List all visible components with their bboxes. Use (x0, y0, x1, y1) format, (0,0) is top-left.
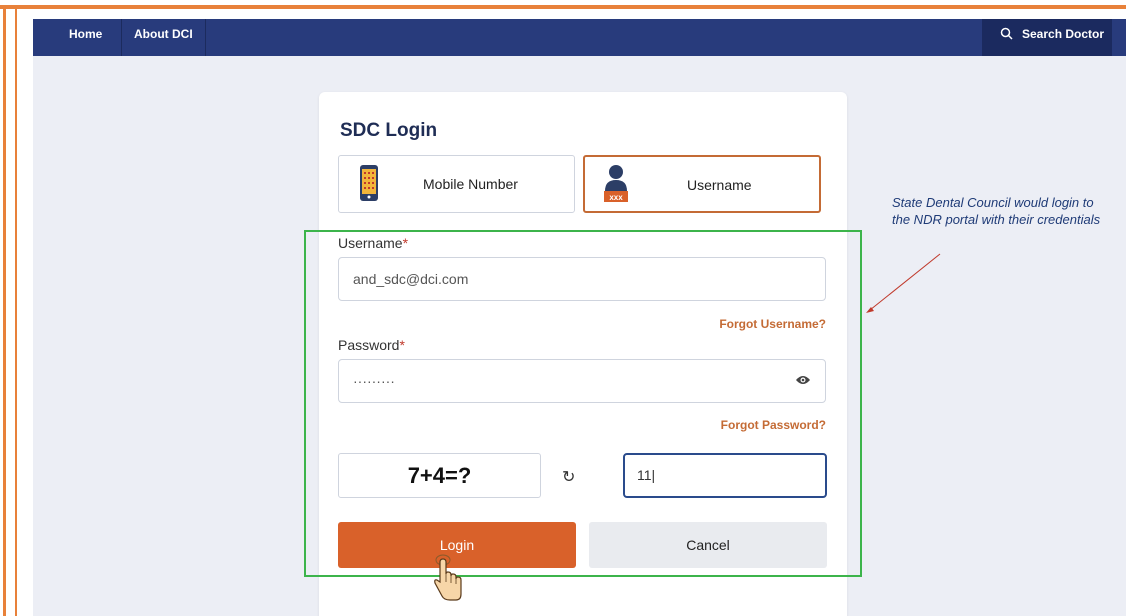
nav-about-link[interactable]: About DCI (121, 19, 206, 56)
page-title: SDC Login (340, 120, 438, 141)
tab-username[interactable]: xxx Username (583, 155, 821, 213)
pointer-hand-icon (434, 554, 462, 601)
frame-border-left-inner (15, 5, 17, 616)
credentials-icon-text: xxx (609, 193, 623, 202)
mobile-phone-icon (360, 165, 378, 201)
top-navbar: Home About DCI Search Doctor (33, 19, 1126, 56)
annotation-arrow (866, 253, 941, 313)
highlight-box (304, 230, 862, 577)
tab-username-label: Username (687, 177, 752, 193)
search-doctor-button[interactable]: Search Doctor (982, 19, 1112, 56)
search-doctor-label: Search Doctor (1022, 27, 1105, 41)
tab-mobile-number[interactable]: Mobile Number (338, 155, 575, 213)
tab-mobile-label: Mobile Number (423, 176, 518, 192)
frame-border-left (3, 5, 6, 616)
search-icon (1000, 27, 1013, 40)
nav-home-link[interactable]: Home (57, 19, 114, 56)
user-credentials-icon: xxx (604, 165, 628, 202)
annotation-text: State Dental Council would login to the … (892, 195, 1101, 227)
frame-border-top (0, 5, 1126, 9)
